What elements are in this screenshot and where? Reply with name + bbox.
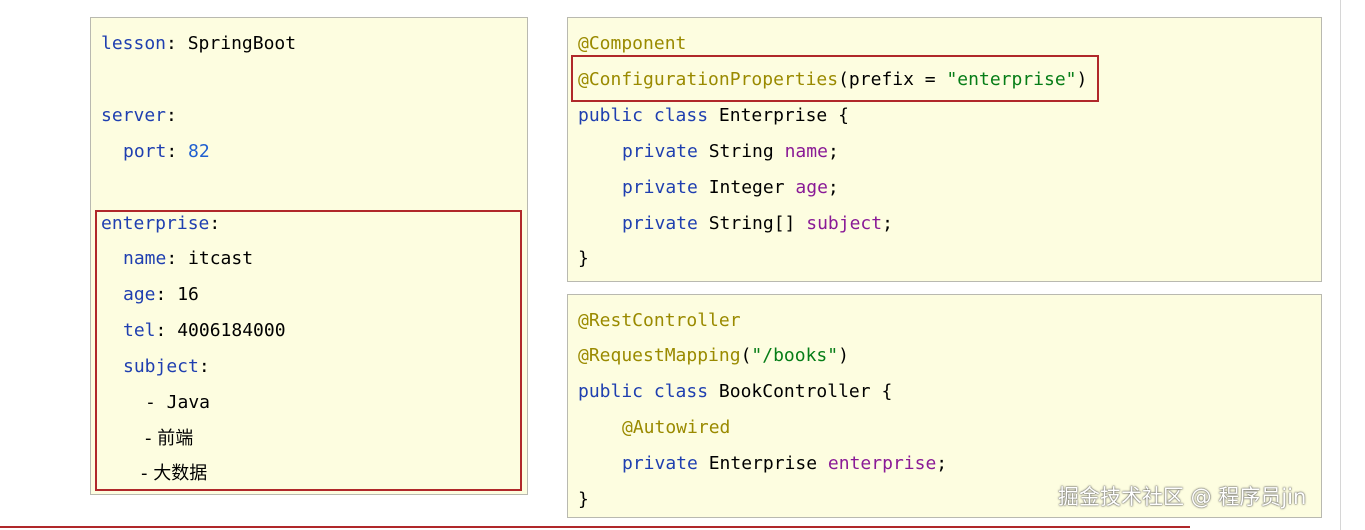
yaml-line-name: name: itcast — [123, 248, 254, 269]
field-declaration: private String name; — [622, 141, 839, 162]
annotation-autowired: @Autowired — [622, 417, 731, 438]
yaml-key-age: age — [123, 284, 156, 305]
class-name: Enterprise { — [718, 105, 849, 126]
yaml-line-enterprise: enterprise: — [101, 213, 221, 234]
field-declaration: private String[] subject; — [622, 213, 893, 234]
yaml-value-age: 16 — [177, 284, 199, 305]
class-name: BookController { — [718, 381, 893, 402]
field-declaration: private Integer age; — [622, 177, 839, 198]
yaml-key-lesson: lesson — [101, 33, 167, 54]
yaml-line-lesson: lesson: SpringBoot — [101, 33, 297, 54]
annotation-configuration-properties: @ConfigurationProperties(prefix = "enter… — [578, 69, 1088, 90]
yaml-line-age: age: 16 — [123, 284, 199, 305]
yaml-value-tel: 4006184000 — [177, 320, 286, 341]
annotation-rest-controller: @RestController — [578, 310, 741, 331]
yaml-key-port: port — [123, 141, 167, 162]
bottom-divider — [0, 526, 1190, 528]
enterprise-class-panel: @Component @ConfigurationProperties(pref… — [567, 17, 1322, 282]
field-declaration: private Enterprise enterprise; — [622, 453, 948, 474]
yaml-key-enterprise: enterprise — [101, 213, 210, 234]
class-close-brace: } — [578, 489, 589, 510]
yaml-key-name: name — [123, 248, 167, 269]
yaml-line-subject: subject: — [123, 356, 210, 377]
yaml-subject-item: - 前端 — [145, 428, 194, 449]
yaml-subject-item: - Java — [145, 392, 211, 413]
yaml-key-tel: tel — [123, 320, 156, 341]
class-close-brace: } — [578, 248, 589, 269]
yaml-key-subject: subject — [123, 356, 199, 377]
class-declaration-enterprise: public class Enterprise { — [578, 105, 849, 126]
yaml-subject-item: - 大数据 — [141, 463, 208, 484]
class-declaration-controller: public class BookController { — [578, 381, 893, 402]
mapping-path-string: "/books" — [751, 345, 839, 366]
annotation-component: @Component — [578, 33, 687, 54]
yaml-config-panel: lesson: SpringBoot server: port: 82 ente… — [90, 17, 528, 495]
yaml-value-port: 82 — [188, 141, 210, 162]
yaml-value-lesson: SpringBoot — [187, 33, 297, 54]
config-annotation-name: @ConfigurationProperties — [578, 69, 839, 90]
yaml-line-port: port: 82 — [123, 141, 210, 162]
watermark-text: 掘金技术社区 @ 程序员jin — [1058, 485, 1307, 509]
yaml-value-name: itcast — [188, 248, 254, 269]
yaml-key-server: server — [101, 105, 167, 126]
prefix-string: "enterprise" — [946, 69, 1077, 90]
scrollbar-track[interactable] — [1340, 0, 1341, 530]
yaml-line-tel: tel: 4006184000 — [123, 320, 286, 341]
yaml-line-server: server: — [101, 105, 177, 126]
annotation-request-mapping: @RequestMapping("/books") — [578, 345, 849, 366]
